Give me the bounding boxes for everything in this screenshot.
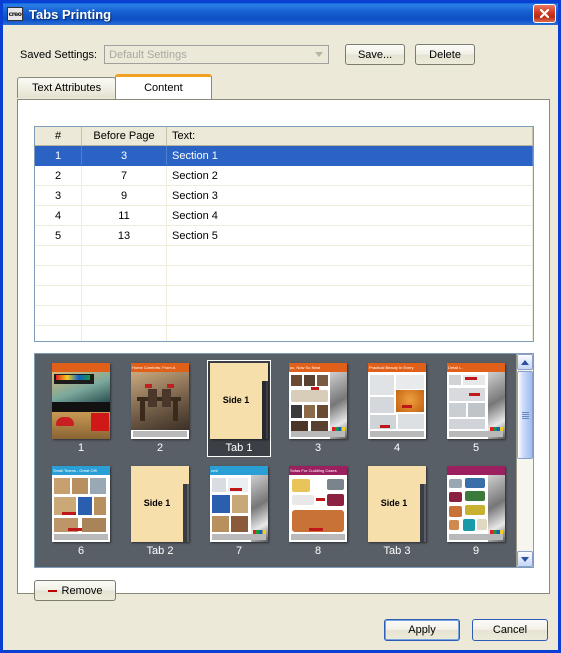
- remove-button-label: Remove: [61, 584, 103, 597]
- page-thumbnail-image: Small Teams - Great Offi: [52, 466, 110, 542]
- table-row-empty[interactable]: [35, 305, 533, 326]
- thumbnail-row: 1 Home Comforts: From A 2 Side 1 Tab 1 ac, No…: [35, 360, 516, 457]
- thumbnail-label: 3: [314, 442, 322, 454]
- tab-text-attributes[interactable]: Text Attributes: [17, 77, 117, 98]
- page-thumbnail[interactable]: Detail L. 5: [444, 360, 508, 457]
- tab-content[interactable]: Content: [115, 74, 212, 99]
- preview-scroll-area: 1 Home Comforts: From A 2 Side 1 Tab 1 ac, No…: [35, 354, 516, 567]
- scroll-down-icon[interactable]: [517, 551, 533, 567]
- page-thumbnail-image: Home Comforts: From A: [131, 363, 189, 439]
- cell-text: Section 5: [166, 225, 533, 246]
- cell-text: Section 1: [166, 145, 533, 166]
- saved-settings-value: Default Settings: [109, 48, 187, 61]
- page-thumbnail[interactable]: Small Teams - Great Offi 6: [49, 463, 113, 560]
- table-row-empty[interactable]: [35, 245, 533, 266]
- page-thumbnail[interactable]: ces! 7: [207, 463, 271, 560]
- cancel-button[interactable]: Cancel: [472, 619, 548, 641]
- cell-number: 3: [35, 185, 82, 206]
- thumbnail-label: 8: [314, 545, 322, 557]
- save-button[interactable]: Save...: [345, 44, 406, 65]
- cell-before-page: 11: [81, 205, 167, 226]
- table-row-empty[interactable]: [35, 265, 533, 286]
- saved-settings-row: Saved Settings: Default Settings Save...…: [20, 44, 476, 65]
- tab-divider-icon: Side 1: [368, 466, 426, 542]
- table-row[interactable]: 3 9 Section 3: [35, 185, 533, 206]
- page-thumbnail-image: Sofas For Cuddling Cases: [289, 466, 347, 542]
- thumbnail-label: 1: [77, 442, 85, 454]
- scrollbar-track[interactable]: [517, 459, 533, 550]
- chevron-down-icon: [311, 47, 328, 62]
- table-header-row: # Before Page Text:: [35, 127, 533, 146]
- column-header-number[interactable]: #: [35, 127, 82, 146]
- cell-number: 4: [35, 205, 82, 226]
- sections-table: # Before Page Text: 1 3 Section 1 2 7 Section…: [34, 126, 534, 342]
- page-thumbnail[interactable]: Sofas For Cuddling Cases 8: [286, 463, 350, 560]
- page-thumbnail[interactable]: 1: [49, 360, 113, 457]
- delete-button[interactable]: Delete: [415, 44, 476, 65]
- minus-icon: [47, 589, 57, 592]
- tab-thumbnail[interactable]: Side 1 Tab 2: [128, 463, 192, 560]
- column-header-text[interactable]: Text:: [166, 127, 533, 146]
- creo-logo-icon: creo: [7, 7, 23, 21]
- saved-settings-label: Saved Settings:: [20, 48, 98, 61]
- page-thumbnail-image: Practical Beauty In Every: [368, 363, 426, 439]
- page-thumbnail[interactable]: ac, Now So Neat 3: [286, 360, 350, 457]
- cell-number: 5: [35, 225, 82, 246]
- page-preview-panel: 1 Home Comforts: From A 2 Side 1 Tab 1 ac, No…: [34, 353, 534, 568]
- tab-divider-icon: Side 1: [210, 363, 268, 439]
- title-bar: creo Tabs Printing: [3, 3, 558, 25]
- tab-thumbnail[interactable]: Side 1 Tab 3: [365, 463, 429, 560]
- window-title: Tabs Printing: [29, 6, 112, 22]
- thumbnail-label: 7: [235, 545, 243, 557]
- page-thumbnail[interactable]: Home Comforts: From A 2: [128, 360, 192, 457]
- table-row-empty[interactable]: [35, 285, 533, 306]
- column-header-before-page[interactable]: Before Page: [81, 127, 167, 146]
- page-thumbnail[interactable]: Practical Beauty In Every 4: [365, 360, 429, 457]
- cell-text: Section 2: [166, 165, 533, 186]
- thumbnail-label: Tab 2: [146, 545, 174, 557]
- cell-before-page: 9: [81, 185, 167, 206]
- thumbnail-label: 6: [77, 545, 85, 557]
- dialog-body: Saved Settings: Default Settings Save...…: [3, 25, 558, 650]
- tab-thumbnail[interactable]: Side 1 Tab 1: [207, 360, 271, 457]
- thumbnail-label: Tab 3: [383, 545, 411, 557]
- cell-before-page: 7: [81, 165, 167, 186]
- table-row[interactable]: 2 7 Section 2: [35, 165, 533, 186]
- table-row[interactable]: 4 11 Section 4: [35, 205, 533, 226]
- cell-before-page: 3: [81, 145, 167, 166]
- scrollbar-grip-icon: [521, 411, 529, 419]
- page-thumbnail-image: ac, Now So Neat: [289, 363, 347, 439]
- page-thumbnail[interactable]: 9: [444, 463, 508, 560]
- thumbnail-label: 9: [472, 545, 480, 557]
- thumbnail-label: 2: [156, 442, 164, 454]
- remove-button[interactable]: Remove: [34, 580, 116, 601]
- cell-number: 2: [35, 165, 82, 186]
- preview-scrollbar[interactable]: [516, 354, 533, 567]
- cell-text: Section 3: [166, 185, 533, 206]
- scrollbar-thumb[interactable]: [517, 371, 533, 459]
- saved-settings-dropdown[interactable]: Default Settings: [104, 45, 330, 64]
- cell-before-page: 13: [81, 225, 167, 246]
- content-tab-panel: # Before Page Text: 1 3 Section 1 2 7 Section…: [17, 99, 550, 601]
- tab-divider-icon: Side 1: [131, 466, 189, 542]
- page-thumbnail-image: [52, 363, 110, 439]
- tabs-printing-dialog: creo Tabs Printing Saved Settings: Defau…: [0, 0, 561, 653]
- scroll-up-icon[interactable]: [517, 354, 533, 370]
- page-thumbnail-image: ces!: [210, 466, 268, 542]
- thumbnail-row: Small Teams - Great Offi 6 Side 1 Tab 2 ces!…: [35, 463, 516, 560]
- table-row[interactable]: 5 13 Section 5: [35, 225, 533, 246]
- cell-number: 1: [35, 145, 82, 166]
- tab-strip: Text Attributes Content: [17, 74, 212, 99]
- close-icon[interactable]: [533, 4, 556, 23]
- thumbnail-label: Tab 1: [225, 442, 253, 454]
- page-thumbnail-image: Detail L.: [447, 363, 505, 439]
- apply-button[interactable]: Apply: [384, 619, 460, 641]
- thumbnail-label: 4: [393, 442, 401, 454]
- cell-text: Section 4: [166, 205, 533, 226]
- page-thumbnail-image: [447, 466, 505, 542]
- table-row[interactable]: 1 3 Section 1: [35, 145, 533, 166]
- table-row-empty[interactable]: [35, 325, 533, 341]
- thumbnail-label: 5: [472, 442, 480, 454]
